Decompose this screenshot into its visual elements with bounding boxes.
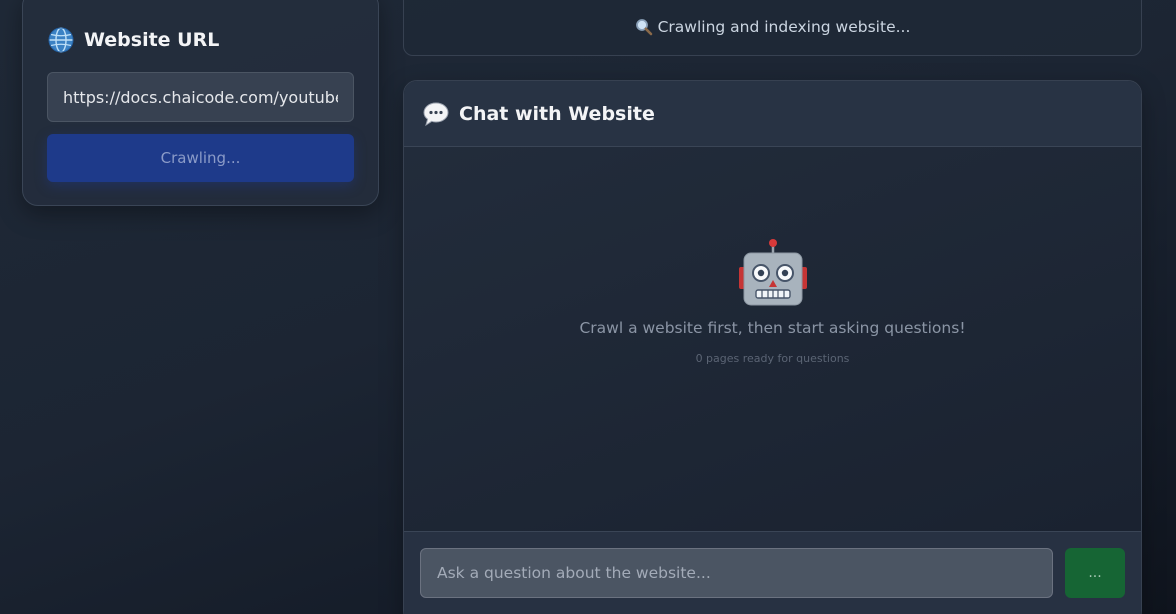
crawl-status-text: Crawling and indexing website... (657, 18, 911, 36)
speech-bubble-icon (423, 101, 449, 126)
chat-messages-area: Crawl a website first, then start asking… (404, 147, 1141, 531)
chat-input-bar: ... (404, 531, 1141, 614)
url-card-header: Website URL (47, 26, 219, 54)
website-url-input[interactable] (47, 72, 354, 122)
crawl-button[interactable]: Crawling... (47, 134, 354, 182)
crawl-status-banner: Crawling and indexing website... (403, 0, 1142, 56)
chat-header: Chat with Website (404, 81, 1141, 147)
url-card: Website URL Crawling... (22, 0, 379, 206)
robot-icon (739, 239, 807, 306)
pages-ready-count: 0 pages ready for questions (695, 352, 850, 365)
send-button[interactable]: ... (1065, 548, 1125, 598)
url-card-title: Website URL (84, 29, 220, 51)
empty-state-message: Crawl a website first, then start asking… (579, 319, 966, 337)
question-input[interactable] (420, 548, 1053, 598)
chat-panel: Chat with Website Crawl a website first,… (403, 80, 1142, 614)
globe-icon (48, 27, 74, 53)
chat-title: Chat with Website (459, 102, 655, 125)
magnifier-icon (635, 19, 652, 36)
